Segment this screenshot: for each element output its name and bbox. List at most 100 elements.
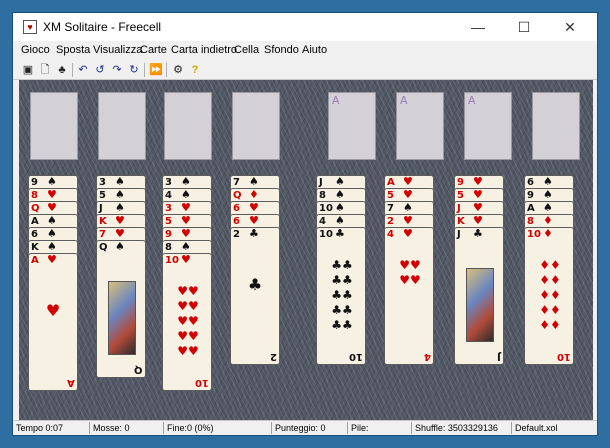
- status-separator: [347, 422, 348, 434]
- open-icon[interactable]: 🗋: [38, 63, 52, 77]
- card-rank: 9: [457, 177, 464, 188]
- card-suit-icon: ♥: [47, 253, 57, 266]
- foundation-pile[interactable]: A: [464, 92, 512, 160]
- playing-card[interactable]: A ♥ ♥ A: [28, 253, 78, 391]
- playing-card[interactable]: Q ♠ Q: [96, 240, 146, 378]
- options-icon[interactable]: ⚙: [171, 63, 185, 77]
- menu-aiuto[interactable]: Aiuto: [302, 44, 327, 56]
- undo-icon[interactable]: ↶: [76, 63, 90, 77]
- card-rank-corner: Q: [134, 364, 143, 375]
- card-rank: A: [31, 255, 39, 266]
- free-cell[interactable]: [98, 92, 146, 160]
- card-suit-icon: ♣: [473, 227, 483, 240]
- deal-icon[interactable]: ♣: [55, 63, 69, 77]
- free-cell[interactable]: [164, 92, 212, 160]
- suit-pips-icon: ♦♦♦♦♦♦♦♦♦♦: [539, 258, 561, 332]
- close-icon[interactable]: ✕: [547, 13, 593, 41]
- free-cell[interactable]: [30, 92, 78, 160]
- card-suit-icon: ♥: [249, 214, 259, 227]
- solitaire-app-icon[interactable]: ♥: [23, 20, 37, 34]
- status-separator: [271, 422, 272, 434]
- title-bar[interactable]: ♥ XM Solitaire - Freecell — ☐ ✕: [13, 13, 597, 41]
- minimize-icon[interactable]: —: [455, 13, 501, 41]
- card-suit-icon: ♠: [115, 188, 125, 201]
- undo-all-icon[interactable]: ↺: [93, 63, 107, 77]
- autoplay-icon[interactable]: ⏩: [149, 63, 163, 77]
- app-window: ♥ XM Solitaire - Freecell — ☐ ✕ Gioco Sp…: [12, 12, 598, 436]
- card-rank: 3: [165, 177, 172, 188]
- card-suit-icon: ♥: [115, 214, 125, 227]
- card-rank-corner: 2: [270, 351, 277, 362]
- card-suit-icon: ♥: [403, 227, 413, 240]
- card-rank: 5: [99, 190, 106, 201]
- menu-visualizza[interactable]: Visualizza: [93, 44, 142, 56]
- status-end: Fine:0 (0%): [167, 423, 214, 433]
- suit-pip-icon: ♥: [45, 301, 61, 320]
- card-rank: 5: [387, 190, 394, 201]
- card-rank: 4: [319, 216, 326, 227]
- face-card-portrait-icon: [108, 281, 136, 355]
- playing-card[interactable]: 10 ♦ ♦♦♦♦♦♦♦♦♦♦ 10: [524, 227, 574, 365]
- new-game-icon[interactable]: ▣: [21, 63, 35, 77]
- menu-carte[interactable]: Carte: [140, 44, 167, 56]
- card-suit-icon: ♠: [181, 240, 191, 253]
- toolbar-separator: [144, 63, 145, 77]
- card-rank: J: [457, 229, 461, 240]
- card-rank-corner: J: [497, 351, 501, 362]
- status-score: Punteggio: 0: [275, 423, 326, 433]
- menu-sfondo[interactable]: Sfondo: [264, 44, 299, 56]
- card-rank: 10: [165, 255, 179, 266]
- card-suit-icon: ♠: [115, 201, 125, 214]
- card-rank: 10: [319, 229, 333, 240]
- foundation-pile[interactable]: A: [328, 92, 376, 160]
- card-rank-corner: A: [67, 377, 75, 388]
- card-rank: Q: [99, 242, 108, 253]
- card-suit-icon: ♠: [181, 188, 191, 201]
- card-suit-icon: ♠: [335, 188, 345, 201]
- playing-card[interactable]: 2 ♣ ♣ 2: [230, 227, 280, 365]
- playing-card[interactable]: 10 ♣ ♣♣♣♣♣♣♣♣♣♣ 10: [316, 227, 366, 365]
- menu-cella[interactable]: Cella: [234, 44, 259, 56]
- card-suit-icon: ♥: [181, 201, 191, 214]
- card-rank: 8: [527, 216, 534, 227]
- card-rank: 8: [31, 190, 38, 201]
- card-rank: 9: [31, 177, 38, 188]
- card-rank: K: [31, 242, 39, 253]
- menu-carta-indietro[interactable]: Carta indietro: [171, 44, 237, 56]
- card-rank: 9: [165, 229, 172, 240]
- help-icon[interactable]: ?: [188, 63, 202, 77]
- card-suit-icon: ♥: [473, 201, 483, 214]
- face-card-portrait-icon: [466, 268, 494, 342]
- card-suit-icon: ♥: [249, 201, 259, 214]
- menu-sposta[interactable]: Sposta: [56, 44, 90, 56]
- redo-icon[interactable]: ↷: [110, 63, 124, 77]
- foundation-pile[interactable]: A: [396, 92, 444, 160]
- card-rank: 6: [527, 177, 534, 188]
- card-rank-corner: 10: [557, 351, 571, 362]
- status-piles: Pile:: [351, 423, 369, 433]
- playing-card[interactable]: 10 ♥ ♥♥♥♥♥♥♥♥♥♥ 10: [162, 253, 212, 391]
- card-rank: K: [457, 216, 465, 227]
- card-rank: A: [31, 216, 39, 227]
- card-suit-icon: ♠: [47, 240, 57, 253]
- free-cell[interactable]: [232, 92, 280, 160]
- card-rank: 2: [387, 216, 394, 227]
- card-suit-icon: ♠: [543, 201, 553, 214]
- card-suit-icon: ♥: [181, 214, 191, 227]
- card-rank: 4: [387, 229, 394, 240]
- card-rank: 7: [233, 177, 240, 188]
- card-rank: 3: [99, 177, 106, 188]
- card-rank: 3: [165, 203, 172, 214]
- redo-all-icon[interactable]: ↻: [127, 63, 141, 77]
- playing-card[interactable]: 4 ♥ ♥♥♥♥ 4: [384, 227, 434, 365]
- toolbar-separator: [166, 63, 167, 77]
- foundation-pile[interactable]: [532, 92, 580, 160]
- window-title: XM Solitaire - Freecell: [43, 20, 162, 34]
- maximize-icon[interactable]: ☐: [501, 13, 547, 41]
- card-suit-icon: ♠: [47, 175, 57, 188]
- playing-card[interactable]: J ♣ J: [454, 227, 504, 365]
- card-suit-icon: ♠: [181, 175, 191, 188]
- card-rank: 8: [319, 190, 326, 201]
- card-suit-icon: ♣: [249, 227, 259, 240]
- menu-gioco[interactable]: Gioco: [21, 44, 50, 56]
